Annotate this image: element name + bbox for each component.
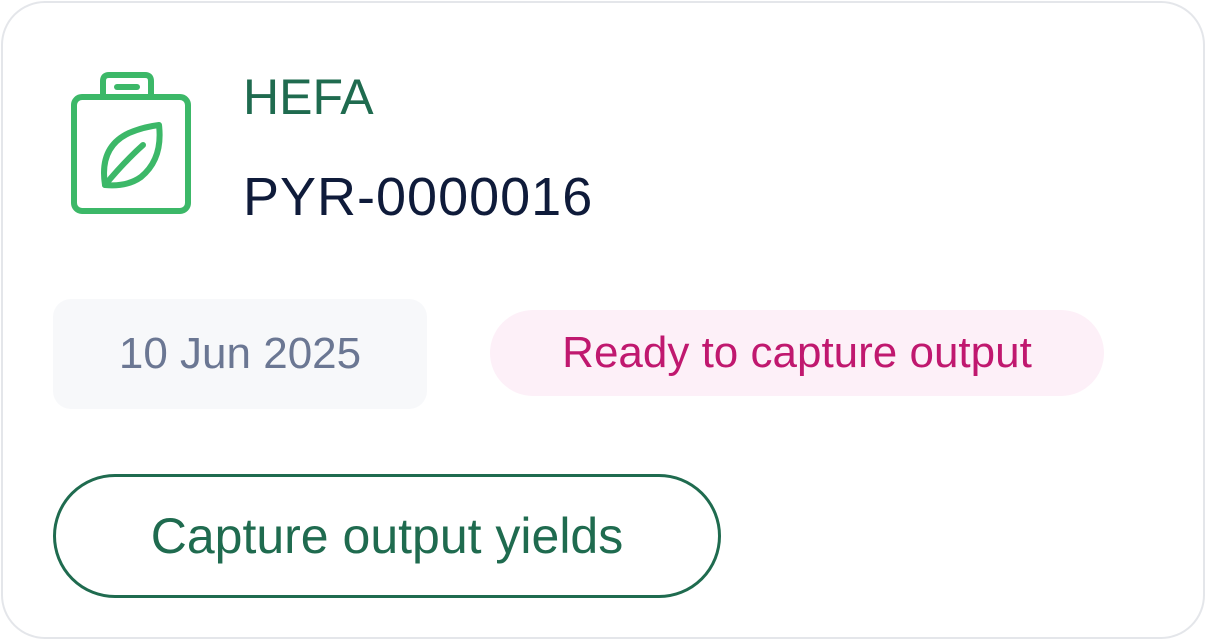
jerrycan-leaf-icon	[69, 69, 193, 217]
capture-output-yields-button[interactable]: Capture output yields	[53, 474, 721, 598]
status-badge: Ready to capture output	[490, 310, 1104, 396]
process-name: HEFA	[243, 69, 374, 125]
date-chip: 10 Jun 2025	[53, 299, 427, 409]
batch-id: PYR-0000016	[243, 167, 594, 227]
batch-card: HEFA PYR-0000016 10 Jun 2025 Ready to ca…	[1, 1, 1205, 639]
